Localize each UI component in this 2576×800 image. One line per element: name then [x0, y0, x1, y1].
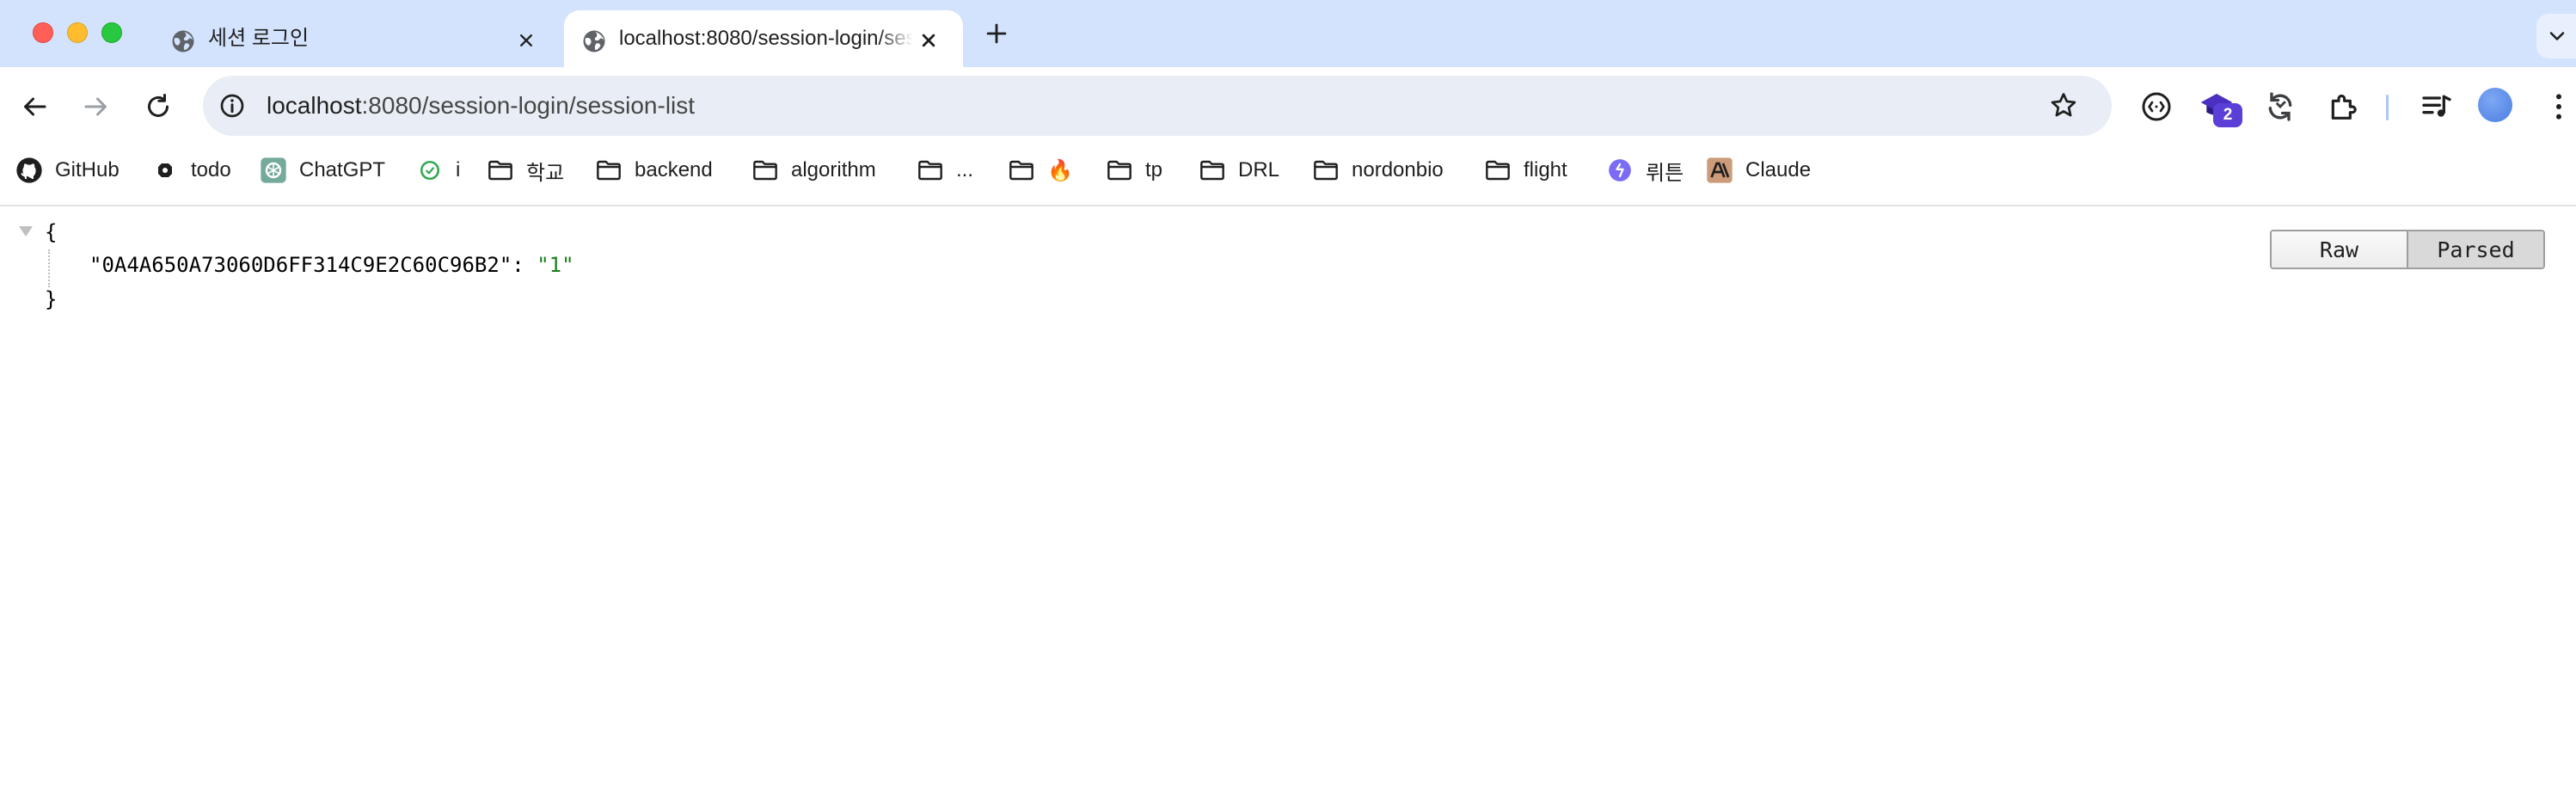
bookmark-todo[interactable]: todo	[151, 146, 231, 194]
folder-icon	[595, 157, 623, 184]
bookmark-label: ...	[956, 158, 974, 182]
bookmark-folder-nordonbio[interactable]: nordonbio	[1312, 146, 1444, 194]
bookmark-label: GitHub	[55, 158, 120, 182]
bookmark-label: tp	[1145, 158, 1163, 182]
extension-badge: 2	[2213, 103, 2242, 127]
bookmark-claude[interactable]: Claude	[1706, 146, 1811, 194]
json-close-brace: }	[45, 287, 58, 311]
bookmark-label: DRL	[1238, 158, 1280, 182]
site-info-icon[interactable]	[218, 92, 246, 120]
raw-button[interactable]: Raw	[2272, 231, 2408, 268]
bookmark-label: i	[456, 158, 461, 182]
back-arrow-icon[interactable]	[19, 91, 50, 122]
bookmark-folder-drl[interactable]: DRL	[1199, 146, 1279, 194]
more-menu-icon[interactable]	[2542, 89, 2576, 124]
folder-icon	[1199, 157, 1226, 184]
bookmarks-bar: GitHub todo ChatGPT i 학교 backend algorit…	[0, 146, 2576, 206]
green-circle-icon	[416, 157, 444, 184]
bookmark-i[interactable]: i	[416, 146, 460, 194]
bookmark-chatgpt[interactable]: ChatGPT	[260, 146, 385, 194]
profile-avatar[interactable]	[2478, 88, 2512, 122]
folder-icon	[487, 157, 514, 184]
parsed-button[interactable]: Parsed	[2408, 231, 2543, 268]
wrtn-icon	[1606, 157, 1634, 184]
tab-title: 세션 로그인	[208, 27, 310, 50]
folder-icon	[1106, 157, 1133, 184]
reload-icon[interactable]	[143, 91, 174, 122]
chatgpt-icon	[260, 157, 287, 184]
bookmark-folder-ellipsis[interactable]: ...	[917, 146, 973, 194]
folder-icon	[751, 157, 779, 184]
window-zoom-button[interactable]	[101, 22, 122, 43]
bookmark-folder-backend[interactable]: backend	[595, 146, 713, 194]
bookmark-label: nordonbio	[1352, 158, 1444, 182]
bookmark-folder-tp[interactable]: tp	[1106, 146, 1162, 194]
tab-strip: 세션 로그인 localhost:8080/session-login/sess…	[0, 0, 2576, 67]
tab-search-button[interactable]	[2536, 14, 2576, 58]
globe-icon	[583, 30, 605, 52]
tab-title: localhost:8080/session-login/session-lis…	[619, 27, 913, 50]
sync-extension-icon[interactable]	[2263, 89, 2297, 124]
bookmark-label: algorithm	[791, 158, 876, 182]
json-entry: "0A4A650A73060D6FF314C9E2C60C96B2": "1"	[89, 253, 574, 277]
toolbar-divider	[2386, 95, 2389, 120]
window-close-button[interactable]	[33, 22, 53, 43]
bookmark-label: 🔥	[1047, 158, 1073, 182]
raw-parsed-toggle: Raw Parsed	[2270, 230, 2545, 269]
extensions-puzzle-icon[interactable]	[2326, 89, 2360, 124]
github-icon	[15, 157, 43, 184]
json-key: "0A4A650A73060D6FF314C9E2C60C96B2"	[89, 253, 512, 277]
close-tab-icon[interactable]	[514, 28, 538, 52]
bookmark-folder-fire[interactable]: 🔥	[1008, 146, 1073, 194]
bookmark-label: backend	[635, 158, 713, 182]
dev-tools-extension-icon[interactable]	[2139, 89, 2174, 124]
url-host: localhost	[267, 92, 362, 119]
tab-session-login[interactable]: 세션 로그인	[153, 10, 557, 67]
close-tab-icon[interactable]	[917, 28, 941, 52]
tab-session-list[interactable]: localhost:8080/session-login/session-lis…	[564, 10, 963, 67]
url-path: :8080/session-login/session-list	[361, 92, 696, 119]
bookmark-label: flight	[1524, 158, 1567, 182]
json-viewer: { "0A4A650A73060D6FF314C9E2C60C96B2": "1…	[0, 208, 2576, 800]
bookmark-wrtn[interactable]: 뤼튼	[1606, 146, 1684, 194]
new-tab-icon[interactable]	[982, 19, 1011, 48]
bookmark-folder-flight[interactable]: flight	[1484, 146, 1567, 194]
bookmark-star-icon[interactable]	[2048, 90, 2079, 121]
folder-icon	[1312, 157, 1340, 184]
claude-icon	[1706, 157, 1733, 184]
url-text[interactable]: localhost:8080/session-login/session-lis…	[267, 76, 695, 136]
bookmark-label: 학교	[526, 161, 565, 185]
bookmark-label: todo	[191, 158, 231, 182]
bookmark-github[interactable]: GitHub	[15, 146, 120, 194]
forward-arrow-icon[interactable]	[81, 91, 112, 122]
todo-icon	[151, 157, 179, 184]
browser-toolbar: localhost:8080/session-login/session-lis…	[0, 67, 2576, 146]
media-controls-icon[interactable]	[2420, 89, 2454, 124]
json-open-brace: {	[45, 220, 58, 244]
folder-icon	[1008, 157, 1035, 184]
chevron-down-icon	[2549, 32, 2565, 40]
bookmark-folder-algorithm[interactable]: algorithm	[751, 146, 876, 194]
folder-icon	[917, 157, 944, 184]
collapse-toggle-icon[interactable]	[19, 226, 33, 237]
globe-icon	[172, 30, 194, 52]
bookmark-label: Claude	[1745, 158, 1812, 182]
bookmark-label: 뤼튼	[1646, 161, 1684, 185]
bookmark-folder-school[interactable]: 학교	[487, 146, 564, 194]
address-bar[interactable]: localhost:8080/session-login/session-lis…	[203, 76, 2112, 136]
window-minimize-button[interactable]	[67, 22, 88, 43]
bookmark-label: ChatGPT	[299, 158, 386, 182]
json-value: "1"	[537, 253, 574, 277]
json-indent-guide	[48, 249, 50, 287]
folder-icon	[1484, 157, 1512, 184]
json-separator: :	[512, 253, 537, 277]
